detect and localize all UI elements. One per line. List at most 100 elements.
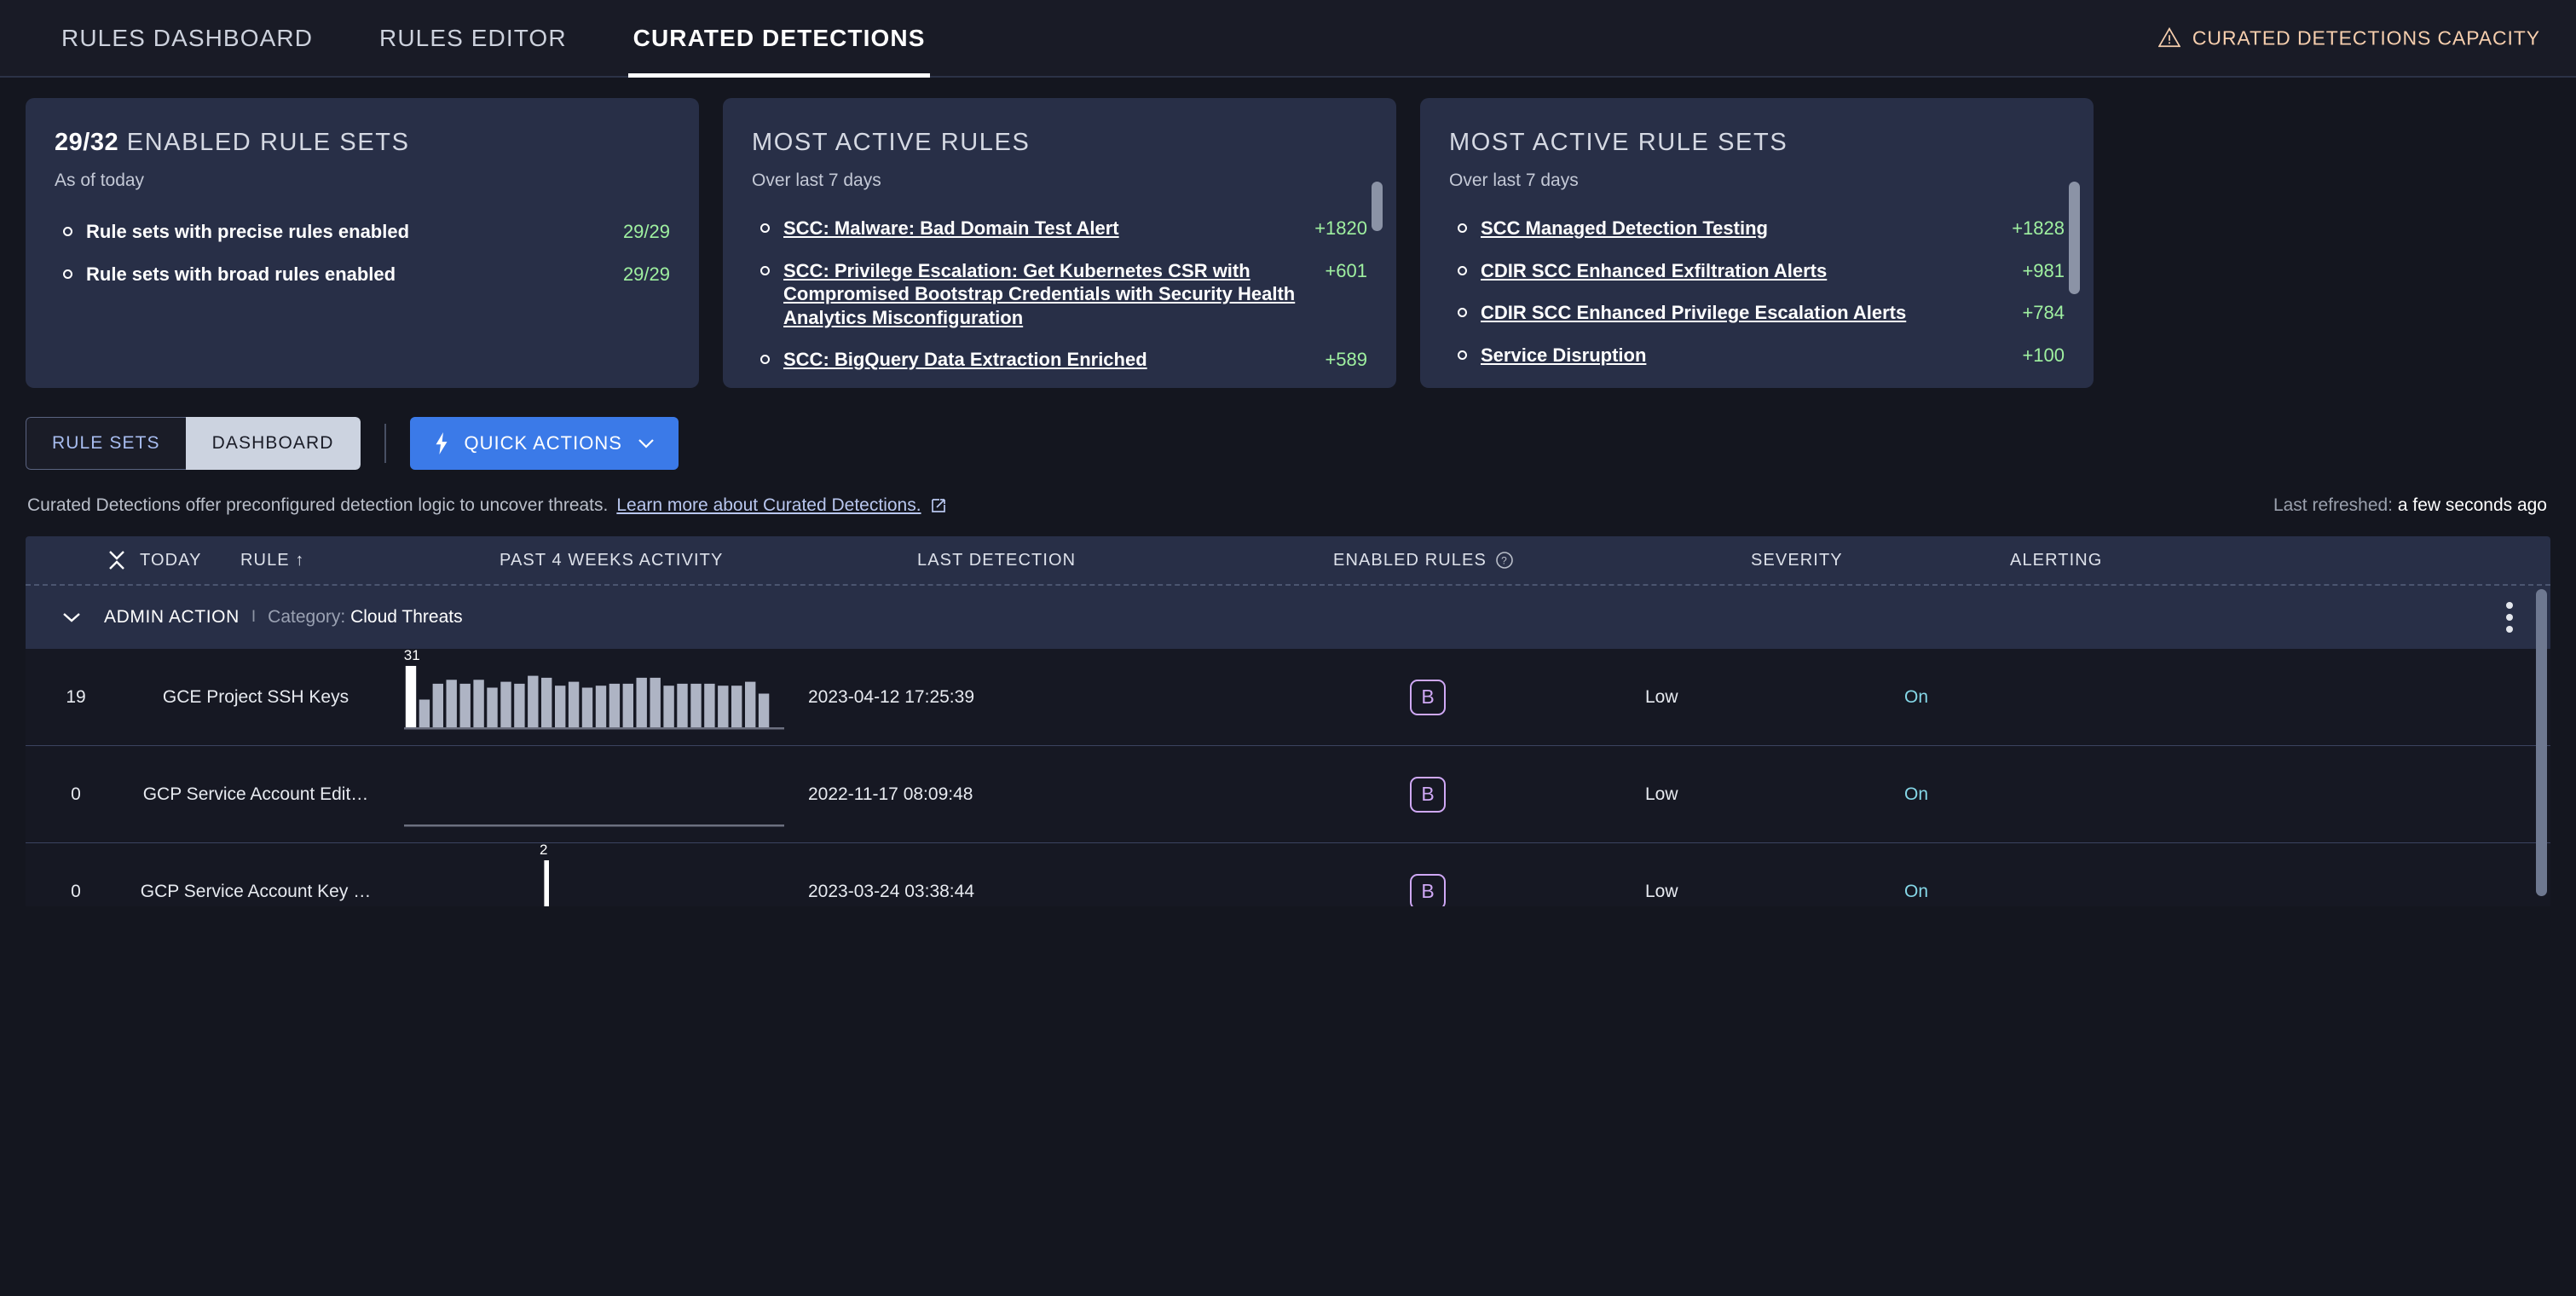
cell-alerting: On [1896,882,2550,902]
group-header-admin-action[interactable]: ADMIN ACTION I Category: Cloud Threats [26,586,2550,649]
column-header-alerting[interactable]: ALERTING [2010,551,2550,570]
card-title-enabled-rule-sets: 29/32 ENABLED RULE SETS [55,129,670,157]
rule-set-count: +784 [2022,302,2065,323]
enabled-rule-sets-title: ENABLED RULE SETS [126,129,410,156]
alerting-status[interactable]: On [1904,687,1928,708]
card-title-most-active-rules: MOST ACTIVE RULES [752,129,1031,156]
card-scrollbar-thumb[interactable] [1372,182,1383,231]
description-text: Curated Detections offer preconfigured d… [27,495,609,515]
list-item-label: Rule sets with precise rules enabled [86,221,410,242]
card-subtitle-as-of-today: As of today [55,171,145,190]
alerting-status[interactable]: On [1904,784,1928,805]
description-text-group: Curated Detections offer preconfigured d… [27,495,947,516]
chevron-down-icon[interactable] [61,611,82,623]
most-active-rules-list: SCC: Malware: Bad Domain Test Alert +182… [752,217,1367,372]
group-category-label: Category: [268,607,346,627]
sparkline-chart [404,756,784,833]
collapse-all-icon[interactable] [107,547,126,573]
column-header-last-detection[interactable]: LAST DETECTION [917,551,1333,570]
column-header-activity[interactable]: PAST 4 WEEKS ACTIVITY [500,551,917,570]
card-most-active-rule-sets: MOST ACTIVE RULE SETS Over last 7 days S… [1420,98,2094,388]
card-most-active-rules: MOST ACTIVE RULES Over last 7 days SCC: … [723,98,1396,388]
group-category-value: Cloud Threats [350,607,463,627]
group-name: ADMIN ACTION [104,607,240,627]
help-circle-icon[interactable]: ? [1495,551,1514,570]
enabled-rules-label: ENABLED RULES [1333,550,1487,570]
cell-activity-sparkline: 31 [385,647,803,736]
enabled-rules-badge-broad[interactable]: B [1410,679,1446,715]
rule-link[interactable]: SCC: Malware: Bad Domain Test Alert [783,217,1314,240]
list-item: SCC: Malware: Bad Domain Test Alert +182… [752,217,1367,240]
segment-rule-sets[interactable]: RULE SETS [26,417,186,470]
rule-set-link[interactable]: Service Disruption [1481,344,2022,367]
cell-enabled-rules: B [1219,679,1637,715]
column-header-severity[interactable]: SEVERITY [1751,551,2010,570]
tab-curated-detections[interactable]: CURATED DETECTIONS [627,0,931,78]
enabled-rules-badge-broad[interactable]: B [1410,776,1446,813]
learn-more-link[interactable]: Learn more about Curated Detections. [616,495,921,516]
column-header-enabled-rules[interactable]: ENABLED RULES ? [1333,551,1751,570]
view-toolbar: RULE SETS DASHBOARD QUICK ACTIONS [0,388,2576,470]
top-tab-bar: RULES DASHBOARD RULES EDITOR CURATED DET… [0,0,2576,78]
cell-enabled-rules: B [1219,873,1637,906]
description-row: Curated Detections offer preconfigured d… [0,470,2576,516]
table-row[interactable]: 0 GCP Service Account Key … 2 2023-03-24… [26,842,2550,906]
rule-count: +589 [1325,349,1367,370]
cell-activity-sparkline: 2 [385,842,803,906]
card-scrollbar-thumb[interactable] [2069,182,2080,294]
list-item: Rule sets with broad rules enabled 29/29 [55,263,670,286]
cell-rule-name: GCP Service Account Edit… [142,784,369,804]
tab-rules-dashboard[interactable]: RULES DASHBOARD [56,0,318,76]
most-active-rule-sets-list: SCC Managed Detection Testing +1828 CDIR… [1449,217,2065,367]
detections-table: TODAY RULE ↑ PAST 4 WEEKS ACTIVITY LAST … [26,536,2550,906]
table-row[interactable]: 19 GCE Project SSH Keys 31 2023-04-12 17… [26,647,2550,746]
rule-link[interactable]: SCC: BigQuery Data Extraction Enriched [783,348,1325,372]
sparkline-chart: 2 [404,842,784,906]
table-scrollbar-thumb[interactable] [2536,589,2547,896]
list-item: SCC: Privilege Escalation: Get Kubernete… [752,259,1367,330]
rule-set-count: +100 [2022,344,2065,366]
cell-rule-name: GCP Service Account Key … [140,881,372,901]
curated-detections-capacity-button[interactable]: CURATED DETECTIONS CAPACITY [2157,26,2540,49]
tab-rules-editor[interactable]: RULES EDITOR [374,0,572,76]
last-refreshed: Last refreshed: a few seconds ago [2273,495,2547,516]
external-link-icon[interactable] [930,497,947,514]
table-row[interactable]: 0 GCP Service Account Edit… 2022-11-17 0… [26,746,2550,843]
enabled-rule-sets-list: Rule sets with precise rules enabled 29/… [55,220,670,286]
svg-text:?: ? [1501,555,1508,567]
cell-activity-sparkline [385,756,803,833]
group-overflow-menu-icon[interactable] [2506,602,2513,633]
rule-set-link[interactable]: SCC Managed Detection Testing [1481,217,2012,240]
rule-count: +1820 [1314,217,1367,239]
rule-set-link[interactable]: CDIR SCC Enhanced Privilege Escalation A… [1481,301,2022,325]
cell-enabled-rules: B [1219,776,1637,813]
list-item-value: 29/29 [622,221,670,242]
quick-actions-label: QUICK ACTIONS [464,432,622,454]
column-header-today[interactable]: TODAY [140,551,240,570]
list-item: SCC Managed Detection Testing +1828 [1449,217,2065,240]
warning-triangle-icon [2157,26,2180,48]
bullet-circle-icon [1458,308,1467,317]
list-item: CDIR SCC Enhanced Privilege Escalation A… [1449,301,2065,325]
rule-set-count: +981 [2022,259,2065,281]
table-header-row: TODAY RULE ↑ PAST 4 WEEKS ACTIVITY LAST … [26,536,2550,586]
chevron-down-icon [638,439,654,448]
rule-link[interactable]: SCC: Privilege Escalation: Get Kubernete… [783,259,1325,330]
summary-cards: 29/32 ENABLED RULE SETS As of today Rule… [0,78,2576,388]
enabled-rules-badge-broad[interactable]: B [1410,873,1446,906]
segment-dashboard[interactable]: DASHBOARD [185,417,361,470]
bullet-circle-icon [1458,350,1467,360]
column-header-rule[interactable]: RULE ↑ [240,551,500,570]
cell-last-detection: 2023-04-12 17:25:39 [808,686,974,707]
group-category: Category: Cloud Threats [268,607,462,628]
cell-alerting: On [1896,687,2550,708]
rule-set-link[interactable]: CDIR SCC Enhanced Exfiltration Alerts [1481,259,2022,283]
cell-today: 19 [66,686,86,707]
alerting-status[interactable]: On [1904,882,1928,902]
view-segmented-control: RULE SETS DASHBOARD [26,417,361,470]
sparkline-chart: 31 [404,647,784,736]
tab-list: RULES DASHBOARD RULES EDITOR CURATED DET… [56,0,986,78]
card-subtitle-over-last-7-days: Over last 7 days [752,171,881,190]
toolbar-divider [384,424,386,463]
quick-actions-button[interactable]: QUICK ACTIONS [409,417,679,470]
